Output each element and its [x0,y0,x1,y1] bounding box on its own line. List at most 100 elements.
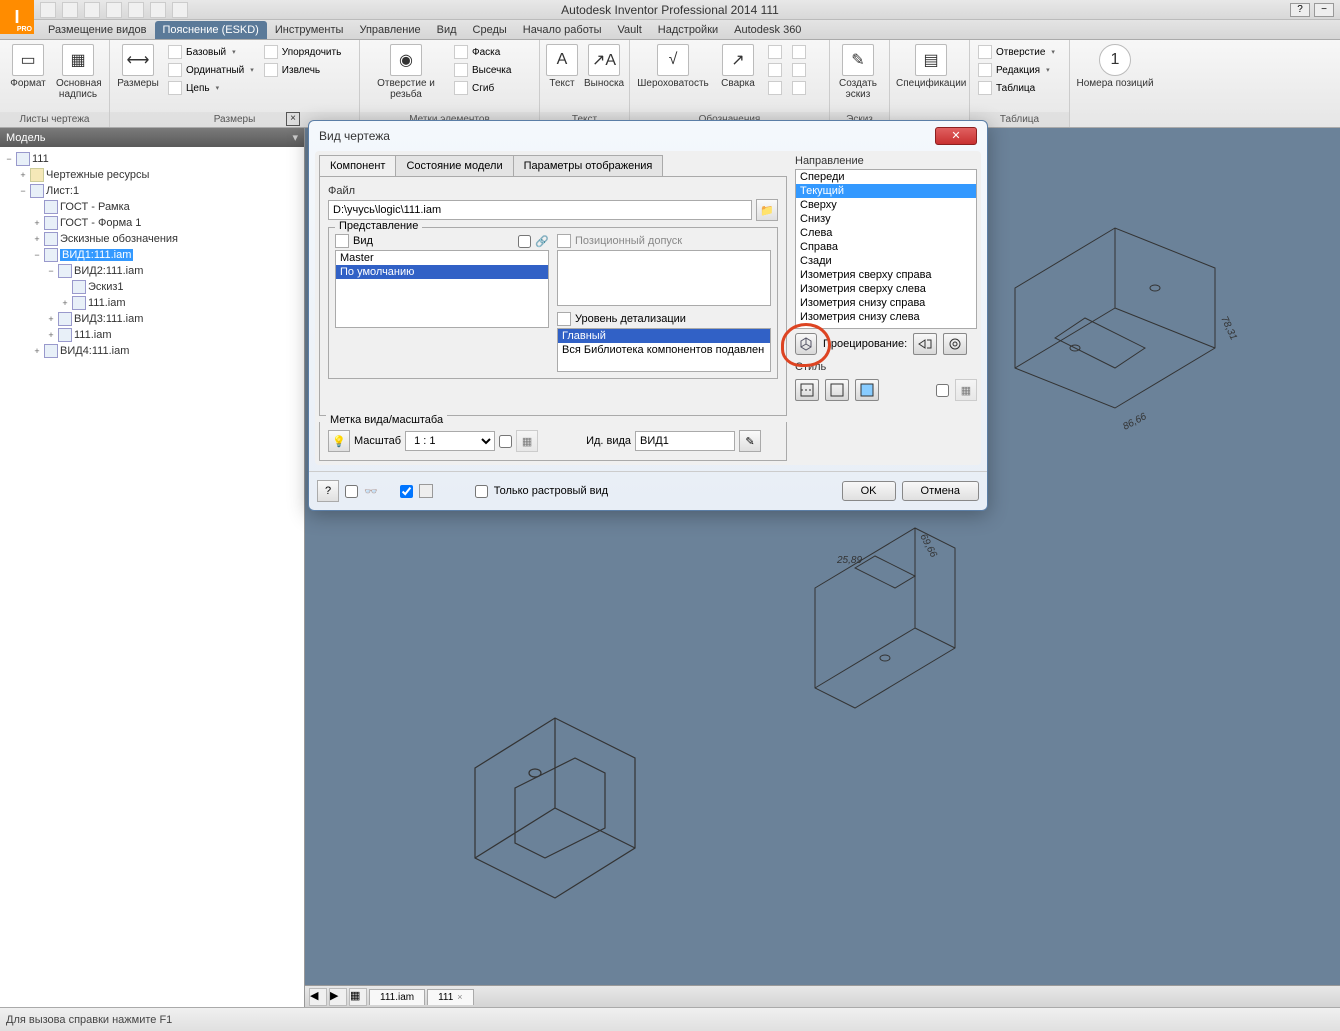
baseline-button[interactable]: Базовый▾ [166,44,256,60]
sym-button[interactable] [766,44,784,60]
tree-item[interactable]: +ГОСТ - Форма 1 [4,215,300,231]
list-item[interactable]: Master [336,251,548,265]
tree-item[interactable]: +Чертежные ресурсы [4,167,300,183]
file-input[interactable] [328,200,752,220]
list-item[interactable]: Сверху [796,198,976,212]
raster-button[interactable]: ▦ [955,379,977,401]
doc-tab[interactable]: 111× [427,989,473,1005]
doc-tab[interactable]: 111.iam [369,989,425,1005]
help-icon[interactable]: ? [1290,3,1310,17]
cancel-button[interactable]: Отмена [902,481,979,501]
positional-list[interactable] [557,250,771,306]
tab-environments[interactable]: Среды [465,21,515,39]
panel-close-icon[interactable]: × [286,112,300,126]
chamfer-button[interactable]: Фаска [452,44,513,60]
list-item[interactable]: По умолчанию [336,265,548,279]
model-tree[interactable]: −111 +Чертежные ресурсы−Лист:1 ГОСТ - Ра… [0,147,304,1007]
change-orientation-button[interactable] [795,333,817,355]
revision-button[interactable]: Редакция▾ [976,62,1057,78]
ordinate-button[interactable]: Ординатный▾ [166,62,256,78]
tab-place-views[interactable]: Размещение видов [40,21,155,39]
ok-button[interactable]: OK [842,481,896,501]
direction-list[interactable]: СпередиТекущийСверхуСнизуСлеваСправаСзад… [795,169,977,329]
view-rep-list[interactable]: Master По умолчанию [335,250,549,328]
surface-button[interactable]: √Шероховатость [636,44,710,89]
dimensions-button[interactable]: ⟷Размеры [116,44,160,89]
opt2-checkbox[interactable] [400,485,413,498]
weld-button[interactable]: ↗Сварка [716,44,760,89]
bend-button[interactable]: Сгиб [452,80,513,96]
hole-thread-button[interactable]: ◉Отверстие и резьба [366,44,446,100]
list-item[interactable]: Спереди [796,170,976,184]
first-angle-button[interactable] [913,333,937,355]
text-button[interactable]: AТекст [546,44,578,89]
dialog-titlebar[interactable]: Вид чертежа ✕ [309,121,987,151]
list-item[interactable]: Изометрия сверху слева [796,282,976,296]
arrange-button[interactable]: Упорядочить [262,44,344,60]
list-item[interactable]: Изометрия снизу справа [796,296,976,310]
qat-undo-icon[interactable] [106,2,122,18]
edit-label-button[interactable]: ✎ [739,430,761,452]
style-checkbox[interactable] [936,384,949,397]
punch-button[interactable]: Высечка [452,62,513,78]
tree-item[interactable]: +Эскизные обозначения [4,231,300,247]
scale-select[interactable]: 1 : 1 [405,431,495,451]
qat-new-icon[interactable] [40,2,56,18]
browse-file-button[interactable]: 📁 [756,199,778,221]
chain-button[interactable]: Цепь▾ [166,80,256,96]
tree-item[interactable]: +111.iam [4,295,300,311]
tree-item[interactable]: +ВИД3:111.iam [4,311,300,327]
third-angle-button[interactable] [943,333,967,355]
lod-list[interactable]: Главный Вся Библиотека компонентов подав… [557,328,771,372]
tree-item[interactable]: +111.iam [4,327,300,343]
tab-get-started[interactable]: Начало работы [515,21,610,39]
lightbulb-button[interactable]: 💡 [328,430,350,452]
sym4-button[interactable] [790,44,808,60]
tree-item[interactable]: −ВИД1:111.iam [4,247,300,263]
list-item[interactable]: Текущий [796,184,976,198]
raster-only-checkbox[interactable] [475,485,488,498]
list-item[interactable]: Снизу [796,212,976,226]
title-block-button[interactable]: ▦Основная надпись [56,44,100,100]
list-item[interactable]: Справа [796,240,976,254]
opt1-checkbox[interactable] [345,485,358,498]
qat-open-icon[interactable] [62,2,78,18]
tab-nav-icon[interactable]: ▶ [329,988,347,1006]
scale-edit-button[interactable]: ▦ [516,430,538,452]
hidden-line-button[interactable] [795,379,819,401]
tab-annotate-eskd[interactable]: Пояснение (ESKD) [155,21,267,39]
sym6-button[interactable] [790,80,808,96]
format-button[interactable]: ▭Формат [6,44,50,89]
hole-table-button[interactable]: Отверстие▾ [976,44,1057,60]
hidden-removed-button[interactable] [825,379,849,401]
tab-vault[interactable]: Vault [610,21,650,39]
specs-button[interactable]: ▤Спецификации [896,44,966,89]
viewid-input[interactable] [635,431,735,451]
help-button[interactable]: ? [317,480,339,502]
list-item[interactable]: Изометрия снизу слева [796,310,976,324]
minimize-icon[interactable]: − [1314,3,1334,17]
list-item[interactable]: Вся Библиотека компонентов подавлен [558,343,770,357]
close-icon[interactable]: × [457,992,462,1002]
retrieve-button[interactable]: Извлечь [262,62,344,78]
tree-item[interactable]: Эскиз1 [4,279,300,295]
sym5-button[interactable] [790,62,808,78]
tab-addins[interactable]: Надстройки [650,21,726,39]
sketch-button[interactable]: ✎Создать эскиз [836,44,880,100]
table-button[interactable]: Таблица [976,80,1057,96]
dialog-close-button[interactable]: ✕ [935,127,977,145]
sym3-button[interactable] [766,80,784,96]
sym2-button[interactable] [766,62,784,78]
shaded-button[interactable] [855,379,879,401]
tab-view[interactable]: Вид [429,21,465,39]
tab-nav-icon[interactable]: ◀ [309,988,327,1006]
qat-save-icon[interactable] [84,2,100,18]
balloon-button[interactable]: 1Номера позиций [1076,44,1154,89]
tree-item[interactable]: −Лист:1 [4,183,300,199]
app-icon[interactable]: IPRO [0,0,34,34]
list-item[interactable]: Главный [558,329,770,343]
qat-more-icon[interactable] [172,2,188,18]
list-item[interactable]: Слева [796,226,976,240]
tab-autodesk360[interactable]: Autodesk 360 [726,21,809,39]
tree-item[interactable]: +ВИД4:111.iam [4,343,300,359]
